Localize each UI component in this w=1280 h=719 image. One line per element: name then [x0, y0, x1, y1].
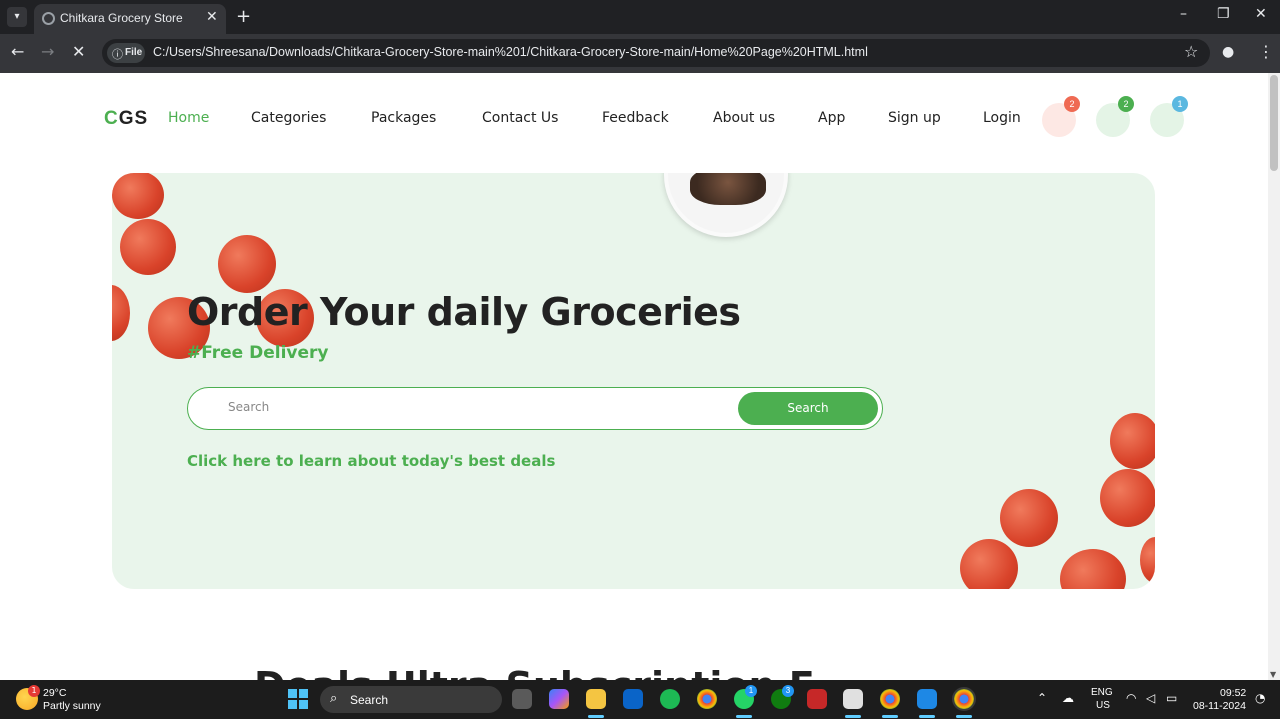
clock-date[interactable]: 08-11-2024	[1193, 700, 1246, 712]
chevron-up-icon[interactable]: ⌃	[1037, 691, 1047, 705]
running-indicator	[736, 715, 752, 718]
minimize-icon[interactable]: –	[1180, 6, 1187, 22]
forward-arrow-icon[interactable]: →	[41, 42, 54, 61]
wifi-icon[interactable]: ◠	[1126, 691, 1136, 705]
stop-loading-icon[interactable]: ✕	[72, 42, 85, 61]
game-app-icon[interactable]	[807, 689, 827, 709]
tomato-image	[1000, 489, 1058, 547]
logo-rest: GS	[118, 108, 149, 129]
weather-description[interactable]: Partly sunny	[43, 700, 101, 712]
vscode-icon[interactable]	[917, 689, 937, 709]
nav-contact-us[interactable]: Contact Us	[482, 110, 558, 126]
whatsapp-badge: 1	[745, 685, 757, 697]
os-taskbar: 1 29°C Partly sunny ⌕ Search 1 3 ⌃ ☁ ENG…	[0, 680, 1280, 719]
outlook-icon[interactable]	[623, 689, 643, 709]
tab-close-icon[interactable]: ✕	[206, 9, 218, 25]
next-section-heading: Deals Ultra Subscription E	[254, 664, 815, 680]
windows-start-icon[interactable]	[288, 689, 308, 709]
browser-toolbar: ← → ✕ ⓘ File C:/Users/Shreesana/Download…	[0, 34, 1280, 73]
back-arrow-icon[interactable]: ←	[11, 42, 24, 61]
tomato-image	[1060, 549, 1126, 589]
tomato-image	[1110, 413, 1155, 469]
xbox-badge: 3	[782, 685, 794, 697]
hero-search-input[interactable]	[228, 400, 728, 414]
tomato-image	[112, 285, 130, 341]
volume-muted-icon[interactable]: ◁	[1146, 691, 1155, 705]
logo-first-letter: C	[104, 108, 119, 129]
running-indicator	[882, 715, 898, 718]
nav-login[interactable]: Login	[983, 110, 1021, 126]
menu-dots-icon[interactable]: ⋮	[1258, 42, 1274, 61]
tomato-image	[120, 219, 176, 275]
page-scrollbar[interactable]: ▼	[1268, 73, 1280, 680]
user-badge: 1	[1172, 96, 1188, 112]
nav-sign-up[interactable]: Sign up	[888, 110, 941, 126]
hero-banner: Order Your daily Groceries #Free Deliver…	[112, 173, 1155, 589]
chrome-profile-icon[interactable]	[880, 689, 900, 709]
bookmark-star-icon[interactable]: ☆	[1184, 42, 1198, 61]
tab-loading-icon	[42, 12, 55, 25]
ace-app-icon[interactable]	[843, 689, 863, 709]
nav-home[interactable]: Home	[168, 110, 209, 126]
tab-search-button[interactable]: ▾	[7, 7, 27, 27]
battery-icon[interactable]: ▭	[1166, 691, 1177, 705]
profile-icon[interactable]: ●	[1222, 44, 1242, 64]
nav-about-us[interactable]: About us	[713, 110, 775, 126]
cart-badge: 2	[1118, 96, 1134, 112]
taskbar-search[interactable]: ⌕ Search	[320, 686, 502, 713]
running-indicator	[588, 715, 604, 718]
running-indicator	[845, 715, 861, 718]
site-info-chip[interactable]: ⓘ File	[107, 43, 145, 63]
info-icon: ⓘ	[112, 48, 123, 61]
site-chip-label: File	[125, 47, 143, 58]
best-deals-link[interactable]: Click here to learn about today's best d…	[187, 452, 555, 470]
food-plate-image	[664, 173, 788, 237]
hero-search-button[interactable]: Search	[738, 392, 878, 425]
plate-food	[690, 173, 766, 205]
window-close-icon[interactable]: ✕	[1255, 6, 1267, 22]
wishlist-badge: 2	[1064, 96, 1080, 112]
tomato-image	[112, 173, 164, 219]
running-indicator	[956, 715, 972, 718]
input-region[interactable]: US	[1096, 700, 1110, 711]
copilot-icon[interactable]	[549, 689, 569, 709]
clock-time[interactable]: 09:52	[1220, 687, 1246, 699]
browser-tab-active[interactable]: Chitkara Grocery Store ✕	[34, 4, 226, 34]
scrollbar-thumb[interactable]	[1270, 75, 1278, 171]
nav-app[interactable]: App	[818, 110, 845, 126]
hero-subtitle: #Free Delivery	[187, 343, 329, 363]
scroll-down-arrow-icon[interactable]: ▼	[1270, 670, 1276, 679]
file-explorer-icon[interactable]	[586, 689, 606, 709]
page-viewport: CGS Home Categories Packages Contact Us …	[0, 73, 1268, 680]
onedrive-icon[interactable]: ☁	[1062, 691, 1074, 705]
nav-categories[interactable]: Categories	[251, 110, 326, 126]
spotify-icon[interactable]	[660, 689, 680, 709]
taskbar-search-label: Search	[350, 693, 389, 707]
nav-packages[interactable]: Packages	[371, 110, 436, 126]
tomato-image	[960, 539, 1018, 589]
address-bar[interactable]: ⓘ File C:/Users/Shreesana/Downloads/Chit…	[102, 39, 1210, 67]
chrome-icon[interactable]	[697, 689, 717, 709]
notification-bell-icon[interactable]: ◔	[1255, 691, 1265, 705]
nav-feedback[interactable]: Feedback	[602, 110, 669, 126]
maximize-icon[interactable]: ❐	[1217, 6, 1230, 22]
tomato-image	[1140, 537, 1155, 583]
site-logo[interactable]: CGS	[104, 108, 148, 130]
weather-temperature[interactable]: 29°C	[43, 687, 66, 699]
new-tab-button[interactable]: +	[236, 6, 251, 27]
task-view-icon[interactable]	[512, 689, 532, 709]
browser-tab-bar: ▾ Chitkara Grocery Store ✕ + – ❐ ✕	[0, 0, 1280, 34]
input-language[interactable]: ENG	[1091, 687, 1113, 698]
tab-title: Chitkara Grocery Store	[60, 11, 183, 25]
tomato-image	[218, 235, 276, 293]
hero-title: Order Your daily Groceries	[187, 290, 741, 334]
search-icon: ⌕	[330, 691, 338, 706]
weather-badge: 1	[28, 685, 40, 697]
hero-search-bar: Search	[187, 387, 883, 430]
chrome-active-icon[interactable]	[952, 687, 976, 711]
tomato-image	[1100, 469, 1155, 527]
url-text[interactable]: C:/Users/Shreesana/Downloads/Chitkara-Gr…	[153, 45, 868, 59]
running-indicator	[919, 715, 935, 718]
